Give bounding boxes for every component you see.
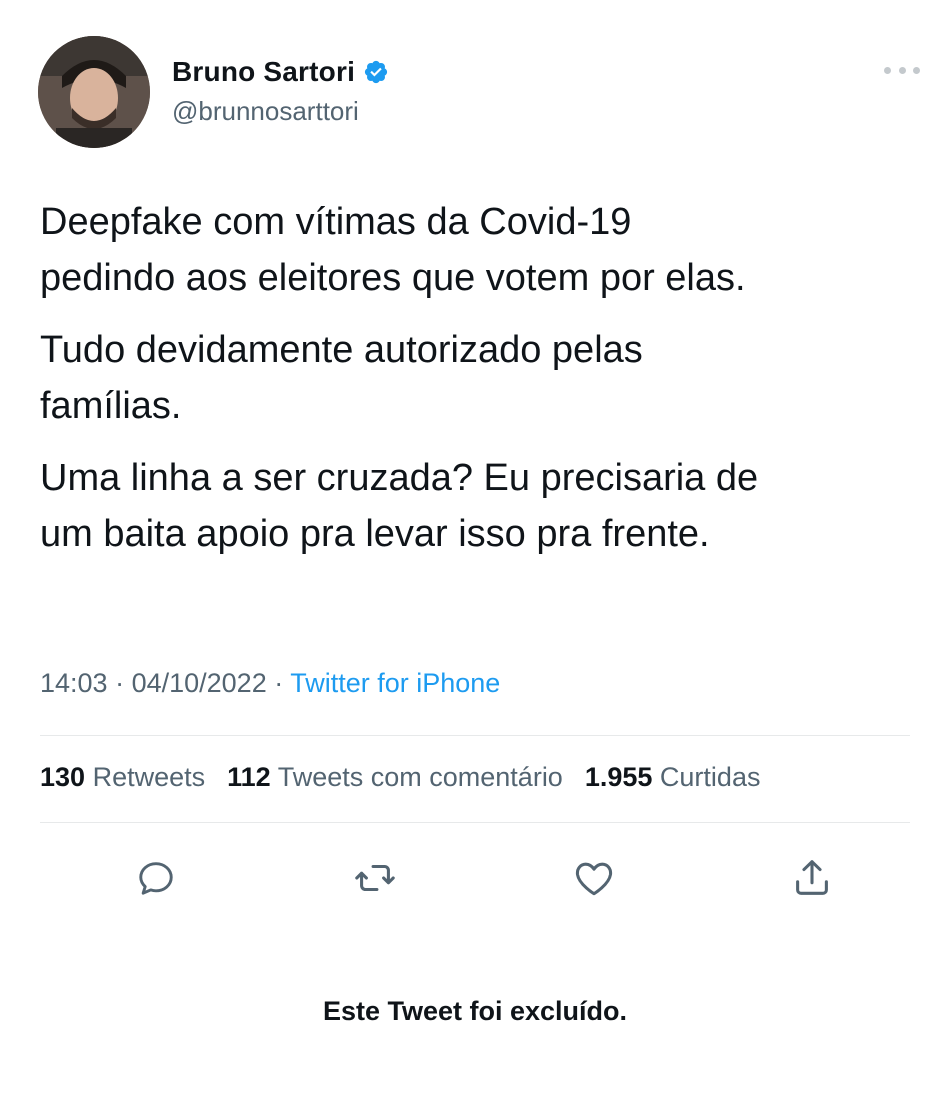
tweet-paragraph: Uma linha a ser cruzada? Eu precisaria d… [40,457,759,555]
author-name-row: Bruno Sartori [172,56,389,88]
meta-separator: · [107,668,132,698]
divider [40,735,910,736]
quotes-stat[interactable]: 112 Tweets com comentário [227,762,563,793]
retweet-button[interactable] [345,848,405,908]
retweets-label: Retweets [92,762,206,792]
quotes-label: Tweets com comentário [277,762,563,792]
share-icon [796,860,828,895]
tweet-paragraph: Deepfake com vítimas da Covid-19 pedindo… [40,201,746,299]
divider [40,822,910,823]
retweets-stat[interactable]: 130 Retweets [40,762,205,793]
tweet: Bruno Sartori @brunnosarttori Deepfake c… [0,0,950,1110]
tweet-source-link[interactable]: Twitter for iPhone [290,668,500,698]
tweet-time[interactable]: 14:03 [40,668,108,698]
tweet-date[interactable]: 04/10/2022 [132,668,267,698]
deleted-notice: Este Tweet foi excluído. [322,996,628,1026]
verified-badge-icon [364,60,388,84]
tweet-actions [0,848,950,908]
tweet-meta: 14:03 · 04/10/2022 · Twitter for iPhone [40,668,500,699]
share-button[interactable] [782,848,842,908]
reply-button[interactable] [126,848,186,908]
reply-icon [139,862,173,895]
tweet-text: Deepfake com vítimas da Covid-19 pedindo… [40,194,930,578]
like-button[interactable] [564,848,624,908]
likes-stat[interactable]: 1.955 Curtidas [585,762,761,793]
avatar[interactable] [38,36,150,148]
meta-separator: · [266,668,291,698]
retweets-count: 130 [40,762,86,792]
likes-label: Curtidas [659,762,761,792]
more-horizontal-icon[interactable] [884,58,920,82]
tweet-stats: 130 Retweets 112 Tweets com comentário 1… [40,762,782,793]
handle[interactable]: @brunnosarttori [172,96,359,127]
display-name[interactable]: Bruno Sartori [172,56,355,88]
tweet-paragraph: Tudo devidamente autorizado pelas famíli… [40,329,643,427]
retweet-icon [355,864,395,892]
heart-icon [575,862,613,896]
quotes-count: 112 [227,762,271,792]
likes-count: 1.955 [584,762,653,792]
